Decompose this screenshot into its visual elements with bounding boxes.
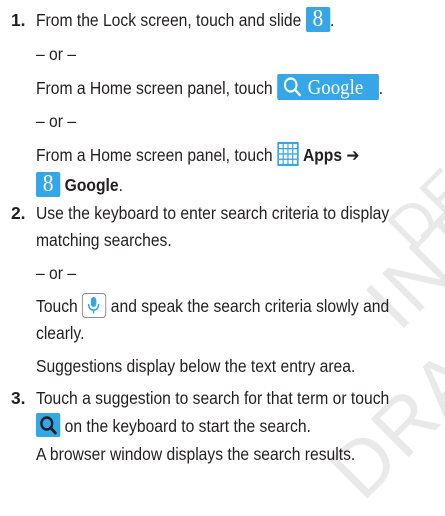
search-magnifier-icon [283,77,301,97]
apps-grid-icon [276,142,299,167]
step-1-line-4: 8 Google. [36,171,123,199]
google-app-icon: 8 [305,6,331,32]
google-search-bar-icon: Google [276,74,379,101]
step-3-line-2-text: on the keyboard to start the search. [64,416,311,436]
google-label: Google [64,175,119,195]
google-search-bar-label: Google [307,75,364,100]
step-2-number: 2. [11,203,26,223]
step-1-line-2-period: . [378,78,384,98]
step-2-line-3: Touch and speak the search criteria slow… [36,292,389,320]
step-2-line-1: Use the keyboard to enter search criteri… [36,203,390,223]
step-1-or-1: – or – [36,44,77,64]
step-3-line-2: on the keyboard to start the search. [36,412,311,440]
step-1-line-2-text: From a Home screen panel, touch [36,78,273,98]
step-2-line-3-after: and speak the search criteria slowly and [110,296,390,316]
step-1-line-3: From a Home screen panel, touch Apps ➔ [36,141,360,169]
google-app-icon-2: 8 [36,171,61,197]
step-1-line-3-text: From a Home screen panel, touch [36,145,273,165]
step-1-number: 1. [11,10,26,30]
step-3-number: 3. [11,388,26,408]
apps-label: Apps ➔ [302,145,360,165]
step-1-line-1: From the Lock screen, touch and slide 8. [36,6,334,34]
step-2-line-4: clearly. [36,323,85,343]
step-3-line-3: A browser window displays the search res… [36,444,356,464]
step-2-line-2: matching searches. [36,230,172,250]
step-2-line-5: Suggestions display below the text entry… [36,356,356,376]
microphone-icon [82,292,107,318]
step-1-or-2: – or – [36,111,77,131]
search-key-icon [36,413,61,438]
step-1-line-1-period: . [330,10,335,30]
step-2-line-3-before: Touch [36,296,78,316]
step-1-line-1-text: From the Lock screen, touch and slide [36,10,302,30]
step-1-line-2: From a Home screen panel, touch Google . [36,74,383,102]
step-3-line-1: Touch a suggestion to search for that te… [36,388,390,408]
step-1-line-4-period: . [118,175,123,195]
step-2-or: – or – [36,263,77,283]
